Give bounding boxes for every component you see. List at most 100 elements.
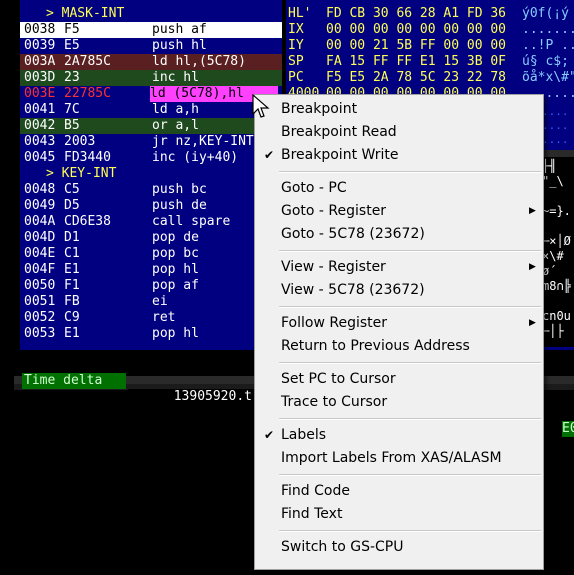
disasm-row[interactable]: 0045 FD3440 inc (iy+40) [20, 150, 282, 166]
menu-item-find-text[interactable]: Find Text [257, 503, 541, 526]
register-ascii: ú§ c$; [522, 54, 569, 69]
char-line: ~=}. [542, 204, 571, 218]
disasm-row[interactable]: 0050 F1 pop af [20, 278, 282, 294]
menu-item-goto-5c78-23672[interactable]: Goto - 5C78 (23672) [257, 223, 541, 246]
register-row[interactable]: IX 00 00 00 00 00 00 00 00........ [286, 22, 574, 38]
checkmark-icon: ✔ [264, 148, 275, 162]
opcode-bytes: 2A785C [64, 54, 111, 69]
opcode-bytes: E1 [64, 326, 80, 341]
mnemonic: inc (iy+40) [152, 150, 239, 165]
opcode-bytes: FB [64, 294, 80, 309]
mnemonic: push af [152, 22, 207, 37]
disasm-row[interactable]: 004E C1 pop bc [20, 246, 282, 262]
register-bytes: 00 00 21 5B FF 00 00 00 [326, 38, 507, 53]
register-bytes: 00 00 00 00 00 00 00 00 [326, 22, 507, 37]
char-line: "_\ [542, 174, 564, 188]
disasm-row[interactable]: 0041 7C ld a,h [20, 102, 282, 118]
menu-item-label: Goto - Register [281, 203, 387, 219]
address: 0045 [24, 150, 56, 165]
register-bytes: FA 15 FF FF E1 15 3B 0F [326, 54, 507, 69]
mnemonic: inc hl [152, 70, 199, 85]
menu-item-goto-register[interactable]: Goto - Register ▶ [257, 200, 541, 223]
disasm-row[interactable]: 004D D1 pop de [20, 230, 282, 246]
opcode-bytes: C9 [64, 310, 80, 325]
menu-item-switch-to-gs-cpu[interactable]: Switch to GS-CPU [257, 536, 541, 559]
disasm-row[interactable]: 0051 FB ei [20, 294, 282, 310]
menu-separator [279, 530, 541, 532]
dump-line: .... [542, 119, 569, 132]
menu-item-find-code[interactable]: Find Code [257, 480, 541, 503]
disasm-row[interactable]: 003D 23 inc hl [20, 70, 282, 86]
menu-item-set-pc-to-cursor[interactable]: Set PC to Cursor [257, 368, 541, 391]
menu-item-goto-pc[interactable]: Goto - PC [257, 177, 541, 200]
address: 003E [24, 86, 56, 101]
label-text: > KEY-INT [46, 166, 117, 181]
disasm-row[interactable]: 0052 C9 ret [20, 310, 282, 326]
menu-item-return-to-previous-address[interactable]: Return to Previous Address [257, 335, 541, 358]
address: 0049 [24, 198, 56, 213]
menu-item-breakpoint[interactable]: Breakpoint [257, 98, 541, 121]
menu-item-follow-register[interactable]: Follow Register ▶ [257, 312, 541, 335]
char-line [542, 219, 574, 233]
address: 0043 [24, 134, 56, 149]
register-row[interactable]: HL' FD CB 30 66 28 A1 FD 36 ý0f(¡ý [286, 6, 574, 22]
char-line: ─×│Ø [542, 234, 571, 248]
mnemonic: ret [152, 310, 176, 325]
disasm-row[interactable]: 0053 E1 pop hl [20, 326, 282, 342]
disasm-row[interactable]: 0049 D5 push de [20, 198, 282, 214]
opcode-bytes: D1 [64, 230, 80, 245]
label-row[interactable]: > KEY-INT [20, 166, 282, 182]
address: 0051 [24, 294, 56, 309]
status-right-value: E000 [562, 421, 574, 437]
address: 0052 [24, 310, 56, 325]
disasm-row[interactable]: 0048 C5 push bc [20, 182, 282, 198]
disasm-row[interactable]: 0043 2003 jr nz,KEY-INT [20, 134, 282, 150]
disasm-row[interactable]: 003E 22785C ld (5C78),hl [20, 86, 282, 102]
mnemonic: call spare [152, 214, 231, 229]
menu-item-view-register[interactable]: View - Register ▶ [257, 256, 541, 279]
register-name: PC [288, 70, 304, 85]
menu-item-label: Find Text [281, 506, 343, 522]
register-ascii: ý0f(¡ý [522, 6, 569, 21]
mnemonic: ld a,h [152, 102, 199, 117]
register-row[interactable]: SP FA 15 FF FF E1 15 3B 0F ú§ c$; [286, 54, 574, 70]
menu-item-label: Switch to GS-CPU [281, 539, 404, 555]
disasm-row[interactable]: 0042 B5 or a,l [20, 118, 282, 134]
opcode-bytes: 7C [64, 102, 80, 117]
disasm-row[interactable]: 003A 2A785C ld hl,(5C78) [20, 54, 282, 70]
address: 004F [24, 262, 56, 277]
char-line [542, 189, 574, 203]
character-view-strip[interactable]: ├╢ "_\ ~=}. ─×│Ø ×\# ø´ m8∩╠ cn0u ─│├ [540, 157, 574, 347]
time-delta-label: Time delta [22, 373, 126, 389]
register-row[interactable]: PC F5 E5 2A 78 5C 23 22 78 õå*x\#" [286, 70, 574, 86]
disasm-row[interactable]: 0038 F5 push af [20, 22, 282, 38]
label-row[interactable]: > MASK-INT [20, 6, 282, 22]
register-row[interactable]: IY 00 00 21 5B FF 00 00 00 ..!P .. [286, 38, 574, 54]
disassembly-panel[interactable]: > MASK-INT 0038 F5 push af 0039 E5 push hl 003A… [20, 0, 282, 350]
opcode-bytes: 22785C [64, 86, 111, 101]
label-text: > MASK-INT [46, 6, 125, 21]
menu-item-breakpoint-write[interactable]: ✔ Breakpoint Write [257, 144, 541, 167]
menu-item-view-5c78-23672[interactable]: View - 5C78 (23672) [257, 279, 541, 302]
menu-separator [279, 171, 541, 173]
menu-item-label: Trace to Cursor [281, 394, 388, 410]
disasm-row[interactable]: 004F E1 pop hl [20, 262, 282, 278]
menu-item-breakpoint-read[interactable]: Breakpoint Read [257, 121, 541, 144]
context-menu: Breakpoint Breakpoint Read ✔ Breakpoint Wri… [254, 94, 544, 570]
mnemonic: ld hl,(5C78) [152, 54, 246, 69]
menu-item-label: View - Register [281, 259, 386, 275]
address: 003A [24, 54, 56, 69]
mnemonic: pop hl [152, 262, 199, 277]
menu-item-labels[interactable]: ✔ Labels [257, 424, 541, 447]
menu-item-import-labels-from-xas-alasm[interactable]: Import Labels From XAS/ALASM [257, 447, 541, 470]
menu-item-trace-to-cursor[interactable]: Trace to Cursor [257, 391, 541, 414]
opcode-bytes: F5 [64, 22, 80, 37]
disasm-row[interactable]: 0039 E5 push hl [20, 38, 282, 54]
register-panel[interactable]: HL' FD CB 30 66 28 A1 FD 36 ý0f(¡ý IX 00 00 … [286, 0, 574, 100]
address: 0042 [24, 118, 56, 133]
opcode-bytes: B5 [64, 118, 80, 133]
menu-item-label: Labels [281, 427, 327, 443]
menu-separator [279, 250, 541, 252]
disasm-row[interactable]: 004A CD6E38 call spare [20, 214, 282, 230]
checkmark-icon: ✔ [264, 428, 275, 442]
